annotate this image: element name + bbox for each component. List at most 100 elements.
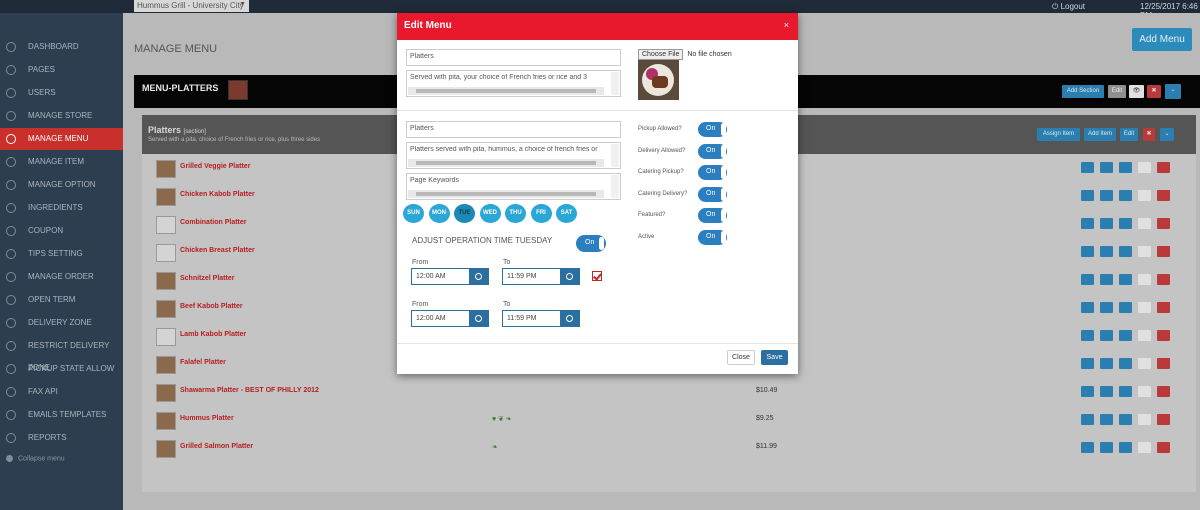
menu-description-textarea[interactable]: Served with pita, your choice of French … [406, 70, 621, 97]
copy-icon[interactable] [1119, 358, 1132, 369]
item-name[interactable]: Schnitzel Platter [180, 275, 234, 282]
delete-icon[interactable] [1157, 274, 1170, 285]
add-section-button[interactable]: Add Section [1062, 85, 1104, 98]
logout-link[interactable]: ⏻ Logout [1052, 2, 1085, 12]
section-description-textarea[interactable]: Platters served with pita, hummus, a cho… [406, 142, 621, 169]
item-name[interactable]: Falafel Platter [180, 359, 226, 366]
day-sat[interactable]: SAT [556, 204, 577, 223]
eye-icon[interactable] [1138, 246, 1151, 257]
day-wed[interactable]: WED [479, 204, 501, 223]
file-upload[interactable]: Choose File No file chosen [638, 49, 732, 60]
sidebar-item-pages[interactable]: PAGES [0, 59, 123, 81]
sidebar-item-ingredients[interactable]: INGREDIENTS [0, 197, 123, 219]
copy-icon[interactable] [1119, 274, 1132, 285]
list-icon[interactable] [1100, 330, 1113, 341]
item-name[interactable]: Combination Platter [180, 219, 247, 226]
copy-icon[interactable] [1119, 442, 1132, 453]
section-edit-button[interactable]: Edit [1120, 128, 1138, 141]
copy-icon[interactable] [1119, 190, 1132, 201]
delete-icon[interactable] [1157, 246, 1170, 257]
choose-file-button[interactable]: Choose File [638, 49, 684, 60]
store-select[interactable]: Hummus Grill - University City ▼ [134, 0, 249, 12]
sidebar-item-restrict-delivery-zone[interactable]: RESTRICT DELIVERY ZONE [0, 335, 123, 372]
edit-icon[interactable] [1081, 442, 1094, 453]
day-mon[interactable]: MON [428, 204, 450, 223]
copy-icon[interactable] [1119, 246, 1132, 257]
add-item-button[interactable]: Add Item [1084, 128, 1116, 141]
section-name-input[interactable]: Platters [406, 121, 621, 138]
list-icon[interactable] [1100, 274, 1113, 285]
operation-time-toggle[interactable]: On [576, 235, 606, 252]
edit-icon[interactable] [1081, 274, 1094, 285]
eye-icon[interactable] [1138, 358, 1151, 369]
vertical-scrollbar[interactable] [611, 144, 619, 167]
delete-icon[interactable] [1157, 442, 1170, 453]
edit-icon[interactable] [1081, 246, 1094, 257]
to-time-input[interactable]: 11:59 PM [502, 268, 580, 285]
assign-item-button[interactable]: Assign Item [1037, 128, 1080, 141]
time-row-checkbox[interactable] [592, 271, 602, 281]
eye-icon[interactable] [1138, 274, 1151, 285]
delete-icon[interactable] [1157, 330, 1170, 341]
vertical-scrollbar[interactable] [611, 72, 619, 95]
sidebar-item-reports[interactable]: REPORTS [0, 427, 123, 449]
list-icon[interactable] [1100, 358, 1113, 369]
day-tue[interactable]: TUE [454, 204, 475, 223]
eye-icon[interactable]: 👁 [1129, 85, 1144, 98]
page-keywords-textarea[interactable]: Page Keywords [406, 173, 621, 200]
sidebar-item-open-term[interactable]: OPEN TERM [0, 289, 123, 311]
edit-icon[interactable] [1081, 302, 1094, 313]
save-button[interactable]: Save [761, 350, 788, 365]
copy-icon[interactable] [1119, 218, 1132, 229]
eye-icon[interactable] [1138, 386, 1151, 397]
sidebar-item-emails-templates[interactable]: EMAILS TEMPLATES [0, 404, 123, 426]
copy-icon[interactable] [1119, 330, 1132, 341]
delete-icon[interactable] [1157, 190, 1170, 201]
list-icon[interactable] [1100, 414, 1113, 425]
sidebar-item-manage-option[interactable]: MANAGE OPTION [0, 174, 123, 196]
copy-icon[interactable] [1119, 162, 1132, 173]
eye-icon[interactable] [1138, 442, 1151, 453]
eye-icon[interactable] [1138, 218, 1151, 229]
item-name[interactable]: Chicken Breast Platter [180, 247, 255, 254]
delete-icon[interactable] [1157, 218, 1170, 229]
delete-icon[interactable]: ✖ [1147, 85, 1161, 98]
menu-name-input[interactable]: Platters [406, 49, 621, 66]
eye-icon[interactable] [1138, 414, 1151, 425]
close-icon[interactable]: × [784, 20, 789, 30]
day-thu[interactable]: THU [505, 204, 526, 223]
sidebar-item-users[interactable]: USERS [0, 82, 123, 104]
copy-icon[interactable] [1119, 414, 1132, 425]
item-name[interactable]: Grilled Veggie Platter [180, 163, 250, 170]
eye-icon[interactable] [1138, 162, 1151, 173]
item-name[interactable]: Shawarma Platter - BEST OF PHILLY 2012 [180, 387, 319, 394]
edit-icon[interactable] [1081, 162, 1094, 173]
edit-icon[interactable] [1081, 218, 1094, 229]
sidebar-item-fax-api[interactable]: FAX API [0, 381, 123, 403]
edit-icon[interactable] [1081, 330, 1094, 341]
toggle-switch[interactable]: On [698, 186, 727, 202]
sidebar-item-pickup-state-allow[interactable]: PICKUP STATE ALLOW [0, 358, 123, 380]
clock-icon[interactable] [469, 269, 488, 284]
item-name[interactable]: Beef Kabob Platter [180, 303, 243, 310]
to-time-input[interactable]: 11:59 PM [502, 310, 580, 327]
menu-edit-button[interactable]: Edit [1108, 85, 1126, 98]
sidebar-item-manage-store[interactable]: MANAGE STORE [0, 105, 123, 127]
item-name[interactable]: Chicken Kabob Platter [180, 191, 255, 198]
add-menu-button[interactable]: Add Menu [1132, 28, 1192, 51]
edit-icon[interactable] [1081, 190, 1094, 201]
chevron-down-icon[interactable]: ⌄ [1165, 84, 1181, 99]
sidebar-item-manage-item[interactable]: MANAGE ITEM [0, 151, 123, 173]
close-button[interactable]: Close [727, 350, 755, 365]
sidebar-item-delivery-zone[interactable]: DELIVERY ZONE [0, 312, 123, 334]
toggle-switch[interactable]: On [698, 208, 727, 223]
delete-icon[interactable] [1157, 386, 1170, 397]
list-icon[interactable] [1100, 302, 1113, 313]
from-time-input[interactable]: 12:00 AM [411, 268, 489, 285]
toggle-switch[interactable]: On [698, 143, 727, 159]
delete-icon[interactable] [1157, 162, 1170, 173]
edit-icon[interactable] [1081, 386, 1094, 397]
edit-icon[interactable] [1081, 414, 1094, 425]
copy-icon[interactable] [1119, 386, 1132, 397]
section-chevron-down-icon[interactable]: ⌄ [1160, 128, 1174, 141]
